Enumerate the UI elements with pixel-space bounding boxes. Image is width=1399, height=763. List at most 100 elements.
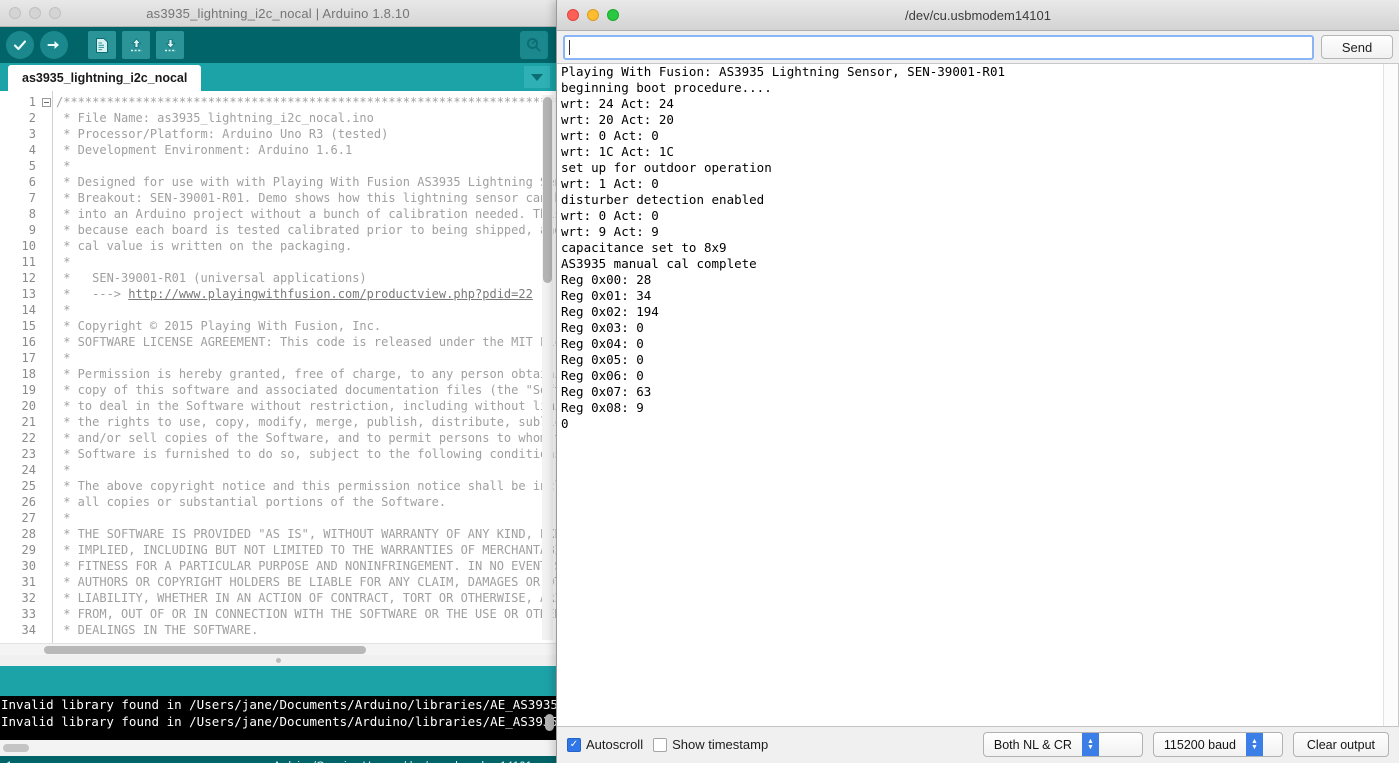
- code-line[interactable]: * Permission is hereby granted, free of …: [53, 366, 556, 382]
- serial-output-line: Reg 0x07: 63: [557, 384, 1398, 400]
- baud-rate-select[interactable]: 115200 baud ▲▼: [1153, 732, 1283, 757]
- line-number: 3: [0, 126, 40, 142]
- code-line[interactable]: * all copies or substantial portions of …: [53, 494, 556, 510]
- code-line[interactable]: * and/or sell copies of the Software, an…: [53, 430, 556, 446]
- code-line[interactable]: * Breakout: SEN-39001-R01. Demo shows ho…: [53, 190, 556, 206]
- code-line[interactable]: * ---> http://www.playingwithfusion.com/…: [53, 286, 556, 302]
- code-line[interactable]: * Copyright © 2015 Playing With Fusion, …: [53, 318, 556, 334]
- line-ending-select[interactable]: Both NL & CR ▲▼: [983, 732, 1143, 757]
- line-ending-value: Both NL & CR: [984, 738, 1082, 752]
- magnifier-icon: [524, 35, 544, 55]
- line-number: 34: [0, 622, 40, 638]
- line-number: 9: [0, 222, 40, 238]
- checkmark-icon: [11, 36, 29, 54]
- arduino-titlebar: as3935_lightning_i2c_nocal | Arduino 1.8…: [0, 0, 556, 27]
- line-number: 4: [0, 142, 40, 158]
- autoscroll-checkbox[interactable]: ✓: [567, 738, 581, 752]
- send-button[interactable]: Send: [1321, 35, 1393, 59]
- autoscroll-checkbox-group[interactable]: ✓ Autoscroll: [567, 737, 643, 752]
- serial-output-line: Reg 0x04: 0: [557, 336, 1398, 352]
- line-number: 10: [0, 238, 40, 254]
- code-line[interactable]: * copy of this software and associated d…: [53, 382, 556, 398]
- autoscroll-label: Autoscroll: [586, 737, 643, 752]
- code-line[interactable]: * because each board is tested calibrate…: [53, 222, 556, 238]
- line-number: 27: [0, 510, 40, 526]
- save-sketch-button[interactable]: [156, 31, 184, 59]
- code-line[interactable]: *: [53, 350, 556, 366]
- serial-monitor-button[interactable]: [520, 31, 548, 59]
- code-line[interactable]: *: [53, 158, 556, 174]
- baud-rate-value: 115200 baud: [1154, 738, 1246, 752]
- serial-output-scrollbar[interactable]: [1383, 64, 1398, 726]
- code-line[interactable]: * SEN-39001-R01 (universal applications): [53, 270, 556, 286]
- editor-console-splitter[interactable]: [0, 655, 556, 666]
- console-scroll-thumb[interactable]: [545, 714, 554, 731]
- code-line[interactable]: * SOFTWARE LICENSE AGREEMENT: This code …: [53, 334, 556, 350]
- checkmark-icon: ✓: [570, 739, 578, 750]
- code-line[interactable]: * AUTHORS OR COPYRIGHT HOLDERS BE LIABLE…: [53, 574, 556, 590]
- serial-output-line: Reg 0x01: 34: [557, 288, 1398, 304]
- code-line[interactable]: * the rights to use, copy, modify, merge…: [53, 414, 556, 430]
- code-line[interactable]: * The above copyright notice and this pe…: [53, 478, 556, 494]
- code-editor[interactable]: 1234567891011121314151617181920212223242…: [0, 91, 556, 643]
- code-line[interactable]: * FITNESS FOR A PARTICULAR PURPOSE AND N…: [53, 558, 556, 574]
- code-fold-column[interactable]: [40, 91, 52, 643]
- verify-button[interactable]: [6, 31, 34, 59]
- send-button-label: Send: [1342, 40, 1372, 55]
- code-line[interactable]: * Software is furnished to do so, subjec…: [53, 446, 556, 462]
- show-timestamp-checkbox[interactable]: [653, 738, 667, 752]
- editor-horizontal-scrollbar[interactable]: [0, 643, 556, 655]
- serial-output-panel[interactable]: Playing With Fusion: AS3935 Lightning Se…: [557, 64, 1399, 726]
- console-horizontal-scrollbar[interactable]: [0, 740, 556, 756]
- serial-output-line: Reg 0x08: 9: [557, 400, 1398, 416]
- code-line[interactable]: * cal value is written on the packaging.: [53, 238, 556, 254]
- code-line[interactable]: *: [53, 254, 556, 270]
- url-link[interactable]: http://www.playingwithfusion.com/product…: [128, 287, 533, 301]
- serial-send-input[interactable]: [563, 35, 1314, 60]
- code-line[interactable]: * IMPLIED, INCLUDING BUT NOT LIMITED TO …: [53, 542, 556, 558]
- editor-vertical-scroll-thumb[interactable]: [543, 97, 552, 283]
- line-number: 13: [0, 286, 40, 302]
- code-line[interactable]: *: [53, 510, 556, 526]
- line-number: 25: [0, 478, 40, 494]
- arrow-right-icon: [45, 36, 63, 54]
- code-line[interactable]: * DEALINGS IN THE SOFTWARE.: [53, 622, 556, 638]
- code-line[interactable]: *: [53, 462, 556, 478]
- code-line[interactable]: * THE SOFTWARE IS PROVIDED "AS IS", WITH…: [53, 526, 556, 542]
- code-line[interactable]: * Development Environment: Arduino 1.6.1: [53, 142, 556, 158]
- open-sketch-button[interactable]: [122, 31, 150, 59]
- code-line[interactable]: *: [53, 302, 556, 318]
- code-text-area[interactable]: /***************************************…: [52, 91, 556, 643]
- new-sketch-button[interactable]: [88, 31, 116, 59]
- arduino-toolbar: [0, 27, 556, 63]
- line-number: 19: [0, 382, 40, 398]
- console-horizontal-scroll-thumb[interactable]: [3, 744, 29, 752]
- serial-output-line: Reg 0x02: 194: [557, 304, 1398, 320]
- show-timestamp-checkbox-group[interactable]: Show timestamp: [653, 737, 768, 752]
- line-number: 28: [0, 526, 40, 542]
- line-number: 7: [0, 190, 40, 206]
- code-line[interactable]: * Designed for use with with Playing Wit…: [53, 174, 556, 190]
- upload-button[interactable]: [40, 31, 68, 59]
- line-number: 21: [0, 414, 40, 430]
- editor-horizontal-scroll-thumb[interactable]: [44, 646, 366, 654]
- code-line[interactable]: * LIABILITY, WHETHER IN AN ACTION OF CON…: [53, 590, 556, 606]
- clear-output-button[interactable]: Clear output: [1293, 732, 1389, 757]
- console-output[interactable]: Invalid library found in /Users/jane/Doc…: [0, 696, 556, 740]
- arduino-tabstrip: as3935_lightning_i2c_nocal: [0, 63, 556, 91]
- code-line[interactable]: * to deal in the Software without restri…: [53, 398, 556, 414]
- code-line[interactable]: /***************************************…: [53, 94, 556, 110]
- line-number: 32: [0, 590, 40, 606]
- serial-output-line: capacitance set to 8x9: [557, 240, 1398, 256]
- serial-output-line: Reg 0x00: 28: [557, 272, 1398, 288]
- serial-output-line: disturber detection enabled: [557, 192, 1398, 208]
- editor-vertical-scrollbar[interactable]: [542, 95, 553, 640]
- code-line[interactable]: * Processor/Platform: Arduino Uno R3 (te…: [53, 126, 556, 142]
- code-line[interactable]: * File Name: as3935_lightning_i2c_nocal.…: [53, 110, 556, 126]
- fold-marker[interactable]: [40, 94, 52, 110]
- stepper-arrows-icon: ▲▼: [1246, 733, 1263, 756]
- tab-menu-button[interactable]: [524, 66, 550, 88]
- code-line[interactable]: * FROM, OUT OF OR IN CONNECTION WITH THE…: [53, 606, 556, 622]
- sketch-tab[interactable]: as3935_lightning_i2c_nocal: [8, 65, 201, 91]
- code-line[interactable]: * into an Arduino project without a bunc…: [53, 206, 556, 222]
